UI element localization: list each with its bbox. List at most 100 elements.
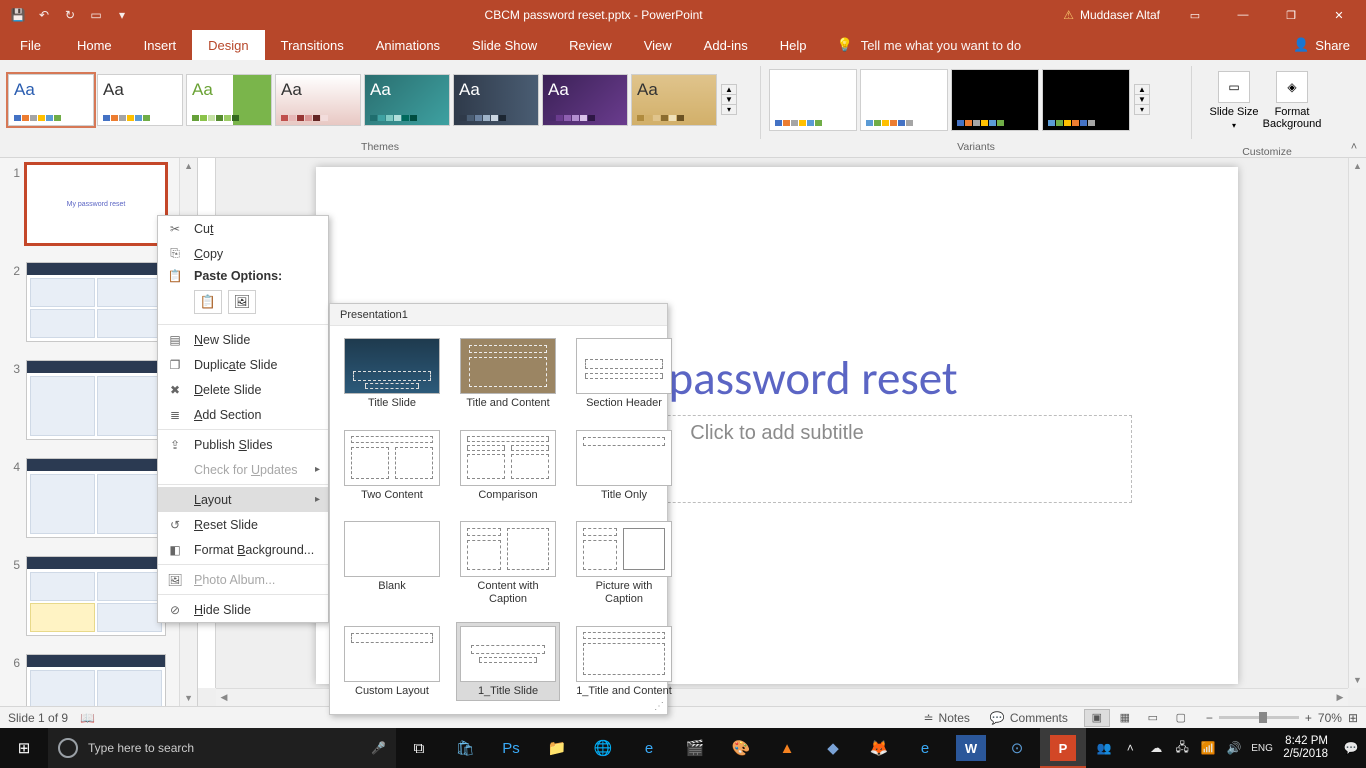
taskbar-app-photoshop[interactable]: Ps xyxy=(488,728,534,768)
tray-up-icon[interactable]: ˄ xyxy=(1121,741,1139,755)
tray-cloud-icon[interactable]: ☁ xyxy=(1147,741,1165,755)
from-beginning-icon[interactable]: ▭ xyxy=(84,3,108,27)
slide-thumb-1[interactable]: 1 My password reset xyxy=(6,164,179,244)
taskbar-app-movies[interactable]: 🎬 xyxy=(672,728,718,768)
slide-thumb-5[interactable]: 5 xyxy=(6,556,179,636)
layout-title-only[interactable]: Title Only xyxy=(572,426,676,506)
cm-cut[interactable]: ✂Cut xyxy=(158,216,328,241)
save-icon[interactable]: 💾 xyxy=(6,3,30,27)
paste-picture[interactable]: 🖼 xyxy=(228,290,256,314)
cm-copy[interactable]: ⎘Copy xyxy=(158,241,328,266)
zoom-in-button[interactable]: + xyxy=(1305,711,1312,725)
layout-picture-with-caption[interactable]: Picture with Caption xyxy=(572,517,676,609)
view-sorter[interactable]: ▦ xyxy=(1112,709,1138,727)
tab-help[interactable]: Help xyxy=(764,30,823,60)
theme-3[interactable]: Aa xyxy=(186,74,272,126)
theme-4[interactable]: Aa xyxy=(275,74,361,126)
tray-lang-icon[interactable]: ENG xyxy=(1251,743,1269,754)
account-user[interactable]: ⚠ Muddaser Altaf xyxy=(1053,8,1170,22)
cm-delete-slide[interactable]: ✖Delete Slide xyxy=(158,377,328,402)
task-view-icon[interactable]: ⧉ xyxy=(396,728,442,768)
undo-icon[interactable]: ↶ xyxy=(32,3,56,27)
tab-addins[interactable]: Add-ins xyxy=(688,30,764,60)
redo-icon[interactable]: ↻ xyxy=(58,3,82,27)
minimize-button[interactable]: — xyxy=(1220,0,1266,30)
view-normal[interactable]: ▣ xyxy=(1084,709,1110,727)
slide-thumb-3[interactable]: 3 xyxy=(6,360,179,440)
theme-office[interactable]: Aa xyxy=(8,74,94,126)
cm-format-background[interactable]: ◧Format Background... xyxy=(158,537,328,562)
theme-6[interactable]: Aa xyxy=(453,74,539,126)
resize-grip-icon[interactable]: ⋰ xyxy=(654,701,664,712)
zoom-out-button[interactable]: − xyxy=(1206,711,1213,725)
theme-8[interactable]: Aa xyxy=(631,74,717,126)
taskbar-app-word[interactable]: W xyxy=(956,735,986,761)
taskbar-app-ie[interactable]: e xyxy=(626,728,672,768)
tab-review[interactable]: Review xyxy=(553,30,628,60)
cm-new-slide[interactable]: ▤New Slide xyxy=(158,327,328,352)
layout-comparison[interactable]: Comparison xyxy=(456,426,560,506)
tray-action-center-icon[interactable]: 💬 xyxy=(1342,741,1360,755)
close-button[interactable]: ✕ xyxy=(1316,0,1362,30)
taskbar-app-lightshot[interactable]: ⊙ xyxy=(994,728,1040,768)
tab-home[interactable]: Home xyxy=(61,30,128,60)
layout-custom-layout[interactable]: Custom Layout xyxy=(340,622,444,702)
theme-5[interactable]: Aa xyxy=(364,74,450,126)
taskbar-app-firefox[interactable]: 🦊 xyxy=(856,728,902,768)
tab-transitions[interactable]: Transitions xyxy=(265,30,360,60)
scroll-down-icon[interactable]: ▼ xyxy=(180,690,197,706)
theme-2[interactable]: Aa xyxy=(97,74,183,126)
format-background-button[interactable]: ◈ Format Background xyxy=(1266,68,1318,140)
cm-add-section[interactable]: ≣Add Section xyxy=(158,402,328,427)
tray-volume-icon[interactable]: 🔊 xyxy=(1225,741,1243,755)
layout-1-title-slide[interactable]: 1_Title Slide xyxy=(456,622,560,702)
view-slideshow[interactable]: ▢ xyxy=(1168,709,1194,727)
zoom-level[interactable]: 70% xyxy=(1318,711,1342,725)
zoom-slider[interactable] xyxy=(1219,716,1299,719)
share-button[interactable]: 👤 Share xyxy=(1277,30,1366,60)
tab-view[interactable]: View xyxy=(628,30,688,60)
mic-icon[interactable]: 🎤 xyxy=(371,741,386,755)
collapse-ribbon-icon[interactable]: ˄ xyxy=(1342,60,1366,157)
layout-1-title-and-content[interactable]: 1_Title and Content xyxy=(572,622,676,702)
variant-1[interactable] xyxy=(769,69,857,131)
taskbar-app-chrome[interactable]: 🌐 xyxy=(580,728,626,768)
cm-duplicate-slide[interactable]: ❐Duplicate Slide xyxy=(158,352,328,377)
tab-animations[interactable]: Animations xyxy=(360,30,456,60)
taskbar-app-edge[interactable]: e xyxy=(902,728,948,768)
paste-use-destination-theme[interactable]: 📋 xyxy=(194,290,222,314)
slide-thumb-2[interactable]: 2 xyxy=(6,262,179,342)
taskbar-app-explorer[interactable]: 📁 xyxy=(534,728,580,768)
layout-two-content[interactable]: Two Content xyxy=(340,426,444,506)
comments-button[interactable]: 💬Comments xyxy=(986,711,1072,725)
slide-thumb-6[interactable]: 6 xyxy=(6,654,179,706)
tab-design[interactable]: Design xyxy=(192,30,264,60)
tray-wifi-icon[interactable]: 📶 xyxy=(1199,741,1217,755)
restore-button[interactable]: ❐ xyxy=(1268,0,1314,30)
taskbar-app-vlc[interactable]: ▲ xyxy=(764,728,810,768)
tab-file[interactable]: File xyxy=(0,30,61,60)
ribbon-display-options-icon[interactable]: ▭ xyxy=(1172,0,1218,30)
start-button[interactable]: ⊞ xyxy=(0,728,48,768)
layout-section-header[interactable]: Section Header xyxy=(572,334,676,414)
layout-title-and-content[interactable]: Title and Content xyxy=(456,334,560,414)
scroll-up-icon[interactable]: ▲ xyxy=(180,158,197,174)
canvas-vertical-scrollbar[interactable]: ▲▼ xyxy=(1348,158,1366,688)
variant-4[interactable] xyxy=(1042,69,1130,131)
tray-clock[interactable]: 8:42 PM 2/5/2018 xyxy=(1277,735,1334,761)
themes-gallery-more[interactable]: ▲▼▾ xyxy=(721,84,737,115)
cm-hide-slide[interactable]: ⊘Hide Slide xyxy=(158,597,328,622)
theme-7[interactable]: Aa xyxy=(542,74,628,126)
tell-me-search[interactable]: 💡 Tell me what you want to do xyxy=(823,30,1022,60)
view-reading[interactable]: ▭ xyxy=(1140,709,1166,727)
layout-content-with-caption[interactable]: Content with Caption xyxy=(456,517,560,609)
cm-publish-slides[interactable]: ⇪Publish Slides xyxy=(158,432,328,457)
tab-insert[interactable]: Insert xyxy=(128,30,193,60)
variants-gallery-more[interactable]: ▲▼▾ xyxy=(1134,84,1150,115)
tray-network-icon[interactable]: 🖧 xyxy=(1173,738,1191,759)
taskbar-app-paint[interactable]: 🎨 xyxy=(718,728,764,768)
fit-to-window-button[interactable]: ⊞ xyxy=(1348,711,1358,725)
slide-thumb-4[interactable]: 4 xyxy=(6,458,179,538)
taskbar-search[interactable]: Type here to search 🎤 xyxy=(48,728,396,768)
spellcheck-icon[interactable]: 📖 xyxy=(80,711,95,725)
